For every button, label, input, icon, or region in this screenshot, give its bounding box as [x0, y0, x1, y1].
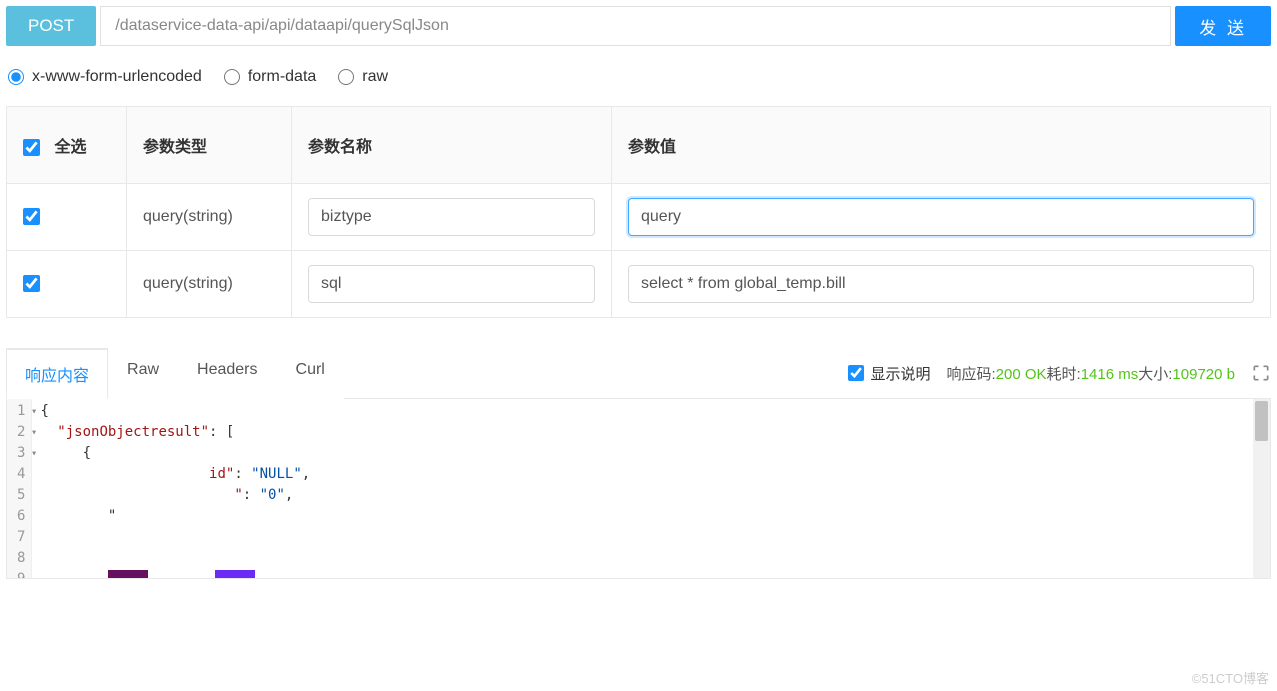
- response-tabs-row: 响应内容 Raw Headers Curl 显示说明 响应码:200 OK耗时:…: [6, 348, 1271, 399]
- table-row: query(string): [7, 184, 1271, 251]
- select-all-checkbox[interactable]: [23, 139, 40, 156]
- header-param-value: 参数值: [612, 107, 1271, 184]
- meta-code-value: 200 OK: [996, 366, 1047, 383]
- json-value: 0: [268, 487, 276, 503]
- response-area: 响应内容 Raw Headers Curl 显示说明 响应码:200 OK耗时:…: [0, 348, 1277, 579]
- header-param-type: 参数类型: [127, 107, 292, 184]
- body-type-selector: x-www-form-urlencoded form-data raw: [0, 46, 1277, 106]
- code-content[interactable]: { "jsonObjectresult": [ { id": "NULL", "…: [32, 399, 1270, 578]
- line-gutter: 1 2 3 4 5 6 7 8 9: [7, 399, 32, 578]
- meta-size-label: 大小:: [1138, 366, 1172, 383]
- radio-formdata[interactable]: form-data: [224, 68, 316, 86]
- param-name-input[interactable]: [308, 198, 595, 236]
- fullscreen-icon[interactable]: [1251, 363, 1271, 383]
- show-description-toggle[interactable]: 显示说明: [848, 363, 930, 384]
- radio-urlencoded[interactable]: x-www-form-urlencoded: [8, 68, 202, 86]
- radio-urlencoded-input[interactable]: [8, 69, 24, 85]
- tab-raw[interactable]: Raw: [108, 348, 178, 399]
- radio-raw-input[interactable]: [338, 69, 354, 85]
- meta-time-value: 1416 ms: [1081, 366, 1139, 383]
- select-all-label: 全选: [54, 139, 86, 156]
- response-body-code: 1 2 3 4 5 6 7 8 9 { "jsonObjectresult": …: [6, 399, 1271, 579]
- tab-headers[interactable]: Headers: [178, 348, 276, 399]
- params-table: 全选 参数类型 参数名称 参数值 query(string) query(str…: [6, 106, 1271, 318]
- response-meta: 响应码:200 OK耗时:1416 ms大小:109720 b: [946, 363, 1235, 384]
- table-row: query(string): [7, 251, 1271, 318]
- header-param-name: 参数名称: [292, 107, 612, 184]
- meta-size-value: 109720 b: [1172, 366, 1235, 383]
- show-description-label: 显示说明: [870, 363, 930, 384]
- meta-code-label: 响应码:: [946, 366, 995, 383]
- show-description-checkbox[interactable]: [848, 365, 864, 381]
- radio-raw[interactable]: raw: [338, 68, 388, 86]
- scrollbar-thumb[interactable]: [1255, 401, 1268, 441]
- param-type-cell: query(string): [127, 184, 292, 251]
- param-value-input[interactable]: [628, 265, 1254, 303]
- header-select-all: 全选: [7, 107, 127, 184]
- param-name-input[interactable]: [308, 265, 595, 303]
- radio-urlencoded-label: x-www-form-urlencoded: [32, 68, 202, 86]
- row-checkbox[interactable]: [23, 275, 40, 292]
- radio-formdata-label: form-data: [248, 68, 316, 86]
- request-bar: POST 发 送: [0, 0, 1277, 46]
- meta-time-label: 耗时:: [1047, 366, 1081, 383]
- url-input[interactable]: [100, 6, 1171, 46]
- watermark: ©51CTO博客: [1192, 668, 1269, 687]
- param-type-cell: query(string): [127, 251, 292, 318]
- radio-formdata-input[interactable]: [224, 69, 240, 85]
- radio-raw-label: raw: [362, 68, 388, 86]
- http-method-badge[interactable]: POST: [6, 6, 96, 46]
- json-value: NULL: [260, 466, 294, 482]
- send-button[interactable]: 发 送: [1175, 6, 1271, 46]
- tab-curl[interactable]: Curl: [277, 348, 344, 399]
- vertical-scrollbar[interactable]: [1253, 399, 1270, 578]
- tab-response-content[interactable]: 响应内容: [6, 348, 108, 399]
- row-checkbox[interactable]: [23, 208, 40, 225]
- param-value-input[interactable]: [628, 198, 1254, 236]
- json-key: id: [209, 466, 226, 482]
- json-key: jsonObjectresult: [66, 424, 201, 440]
